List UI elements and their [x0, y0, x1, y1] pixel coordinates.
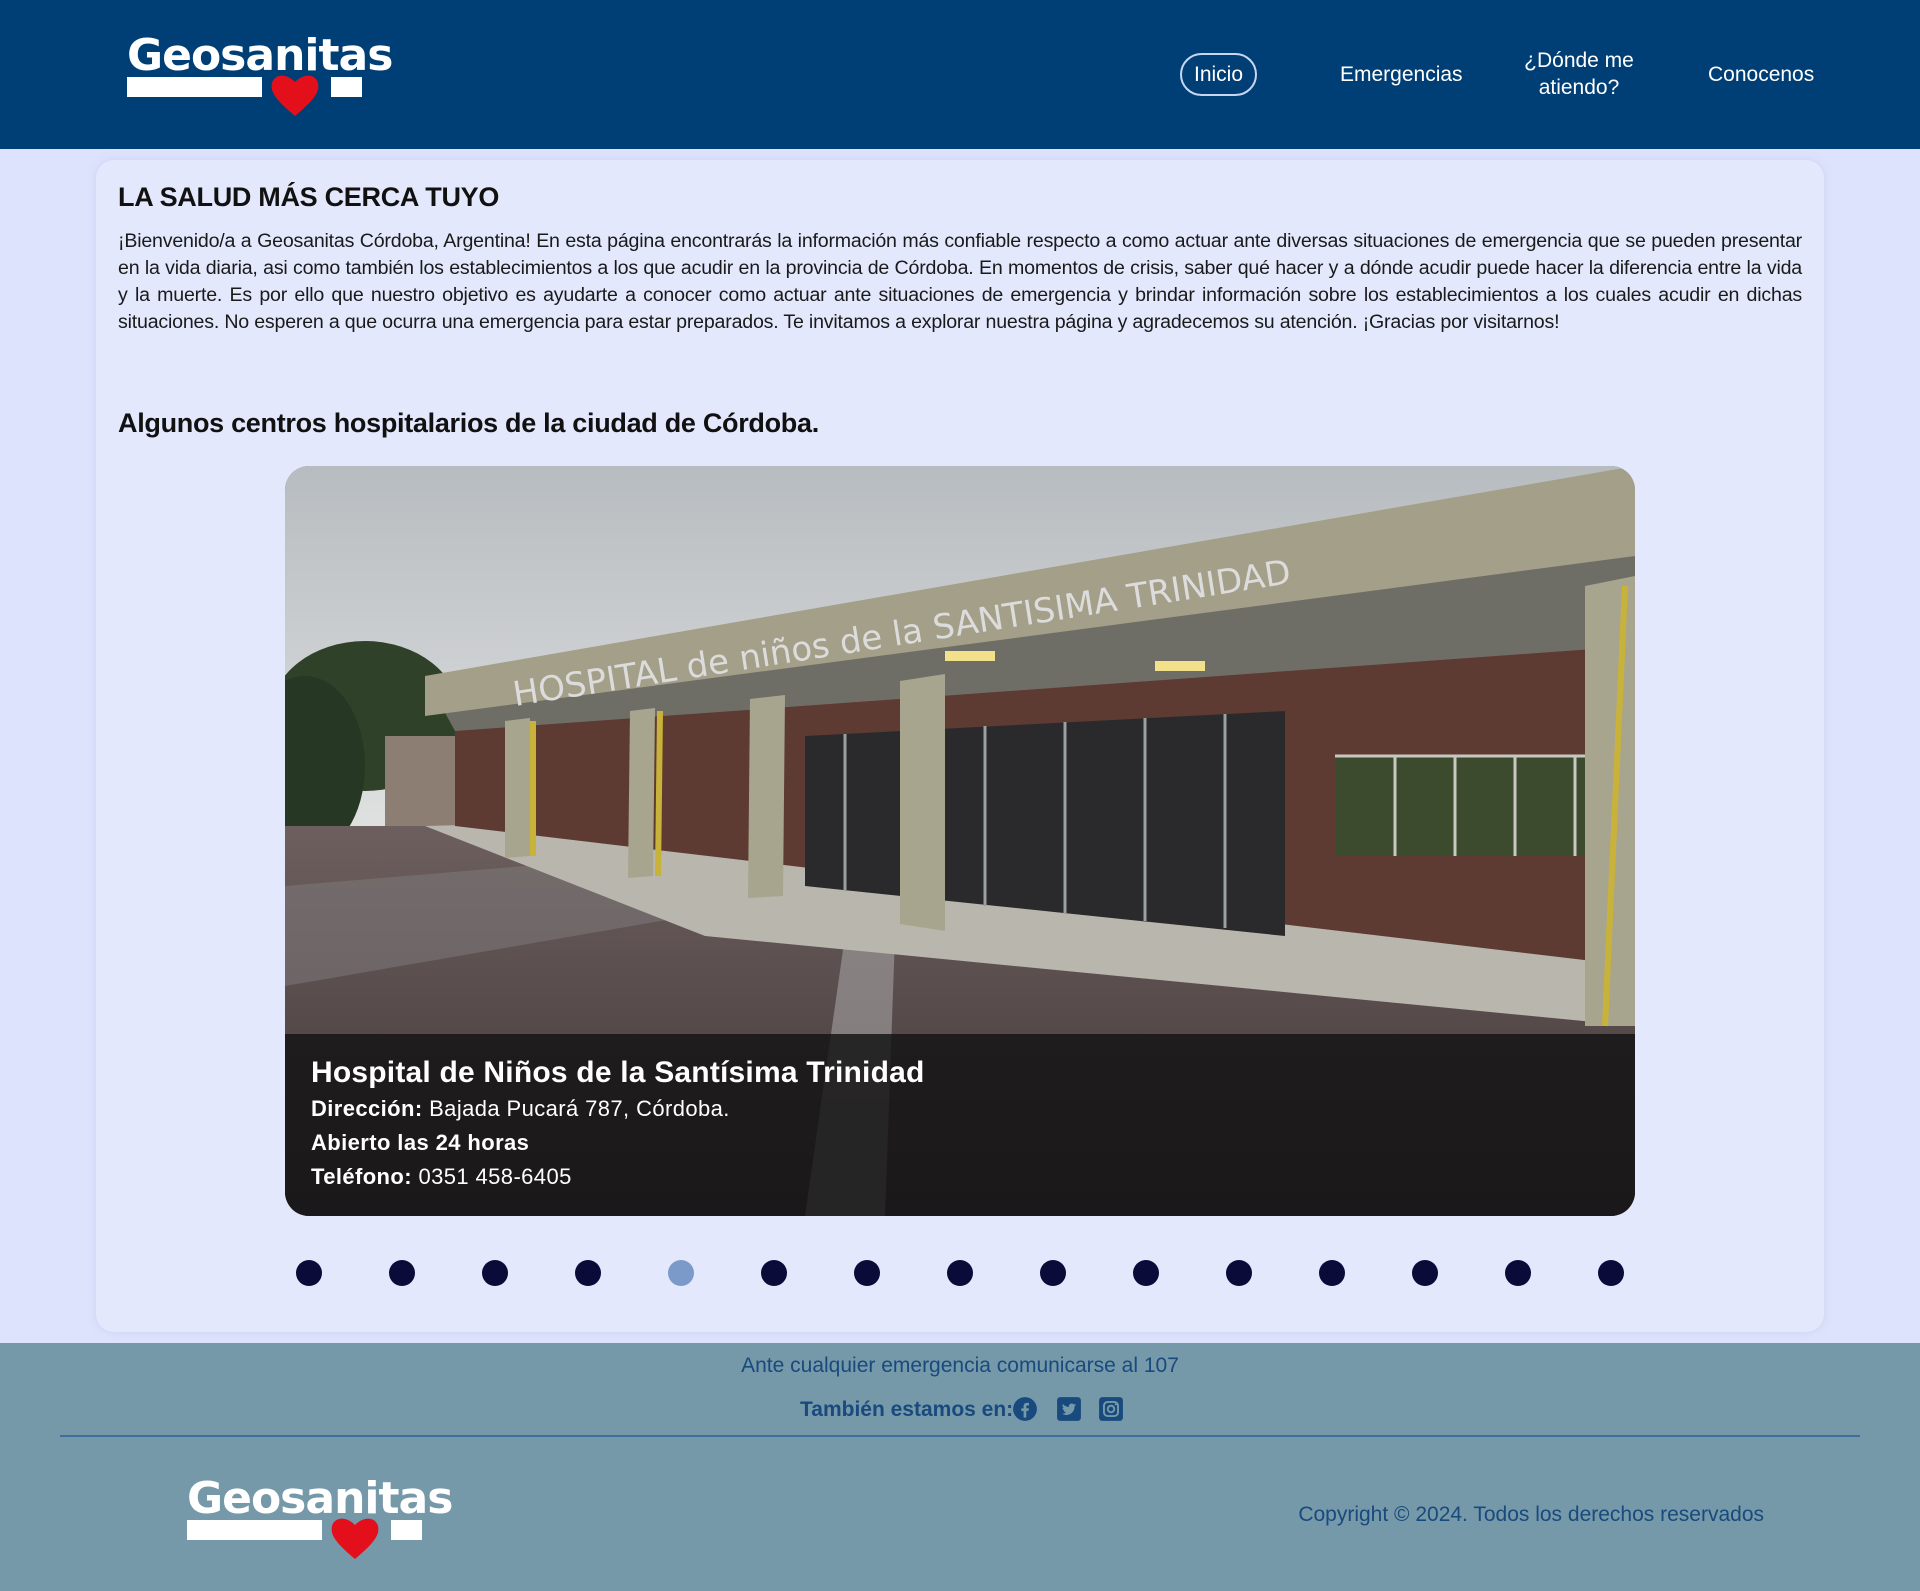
footer-logo[interactable]: Geosanitas [187, 1473, 453, 1559]
carousel-dot[interactable] [482, 1260, 508, 1286]
nav-emergencias[interactable]: Emergencias [1340, 61, 1463, 88]
carousel-dot[interactable] [1226, 1260, 1252, 1286]
phone-value: 0351 458-6405 [418, 1164, 572, 1189]
carousel-dot[interactable] [1412, 1260, 1438, 1286]
phone-label: Teléfono: [311, 1164, 412, 1189]
nav-donde-me-atiendo[interactable]: ¿Dónde me atiendo? [1524, 47, 1634, 102]
carousel-dot[interactable] [296, 1260, 322, 1286]
twitter-icon[interactable] [1056, 1396, 1082, 1422]
carousel-dot[interactable] [1040, 1260, 1066, 1286]
carousel-dot[interactable] [854, 1260, 880, 1286]
hospital-name: Hospital de Niños de la Santísima Trinid… [311, 1056, 925, 1089]
carousel-dot[interactable] [1598, 1260, 1624, 1286]
heart-icon [271, 75, 319, 116]
site-logo[interactable]: Geosanitas [127, 30, 393, 116]
hospital-address: Dirección: Bajada Pucará 787, Córdoba. [311, 1096, 1609, 1122]
address-value: Bajada Pucará 787, Córdoba. [429, 1096, 730, 1121]
emergency-notice: Ante cualquier emergencia comunicarse al… [741, 1354, 1179, 1377]
nav-inicio[interactable]: Inicio [1180, 53, 1258, 97]
heart-icon [331, 1518, 379, 1559]
hours-value: Abierto las 24 horas [311, 1130, 530, 1155]
carousel-dot[interactable] [761, 1260, 787, 1286]
site-header: Geosanitas Inicio Emergencias ¿Dónde me … [0, 0, 1920, 149]
carousel-dot[interactable] [668, 1260, 694, 1286]
carousel-dot[interactable] [575, 1260, 601, 1286]
page-title: LA SALUD MÁS CERCA TUYO [118, 182, 500, 212]
carousel-dot[interactable] [1505, 1260, 1531, 1286]
facebook-icon[interactable] [1012, 1396, 1038, 1422]
nav-conocenos[interactable]: Conocenos [1708, 61, 1814, 88]
hospital-carousel[interactable]: HOSPITAL de niños de la SANTISIMA TRINID… [285, 466, 1635, 1216]
nav-label-line1: ¿Dónde me [1524, 49, 1634, 72]
nav-label-line2: atiendo? [1538, 76, 1620, 100]
section-title: Algunos centros hospitalarios de la ciud… [118, 408, 819, 438]
carousel-indicators [0, 1260, 1920, 1290]
hospital-hours: Abierto las 24 horas [311, 1130, 1609, 1156]
carousel-dot[interactable] [389, 1260, 415, 1286]
logo-text: Geosanitas [127, 30, 393, 81]
hospital-phone: Teléfono: 0351 458-6405 [311, 1164, 1609, 1190]
footer-divider [60, 1435, 1860, 1437]
carousel-dot[interactable] [1319, 1260, 1345, 1286]
social-label: También estamos en: [800, 1398, 1014, 1421]
instagram-icon[interactable] [1098, 1396, 1124, 1422]
footer-logo-text: Geosanitas [187, 1473, 453, 1524]
copyright-text: Copyright © 2024. Todos los derechos res… [1298, 1503, 1764, 1526]
address-label: Dirección: [311, 1096, 423, 1121]
intro-paragraph: ¡Bienvenido/a a Geosanitas Córdoba, Arge… [118, 230, 1802, 333]
slide-caption: Hospital de Niños de la Santísima Trinid… [285, 1034, 1635, 1216]
carousel-dot[interactable] [1133, 1260, 1159, 1286]
carousel-dot[interactable] [947, 1260, 973, 1286]
